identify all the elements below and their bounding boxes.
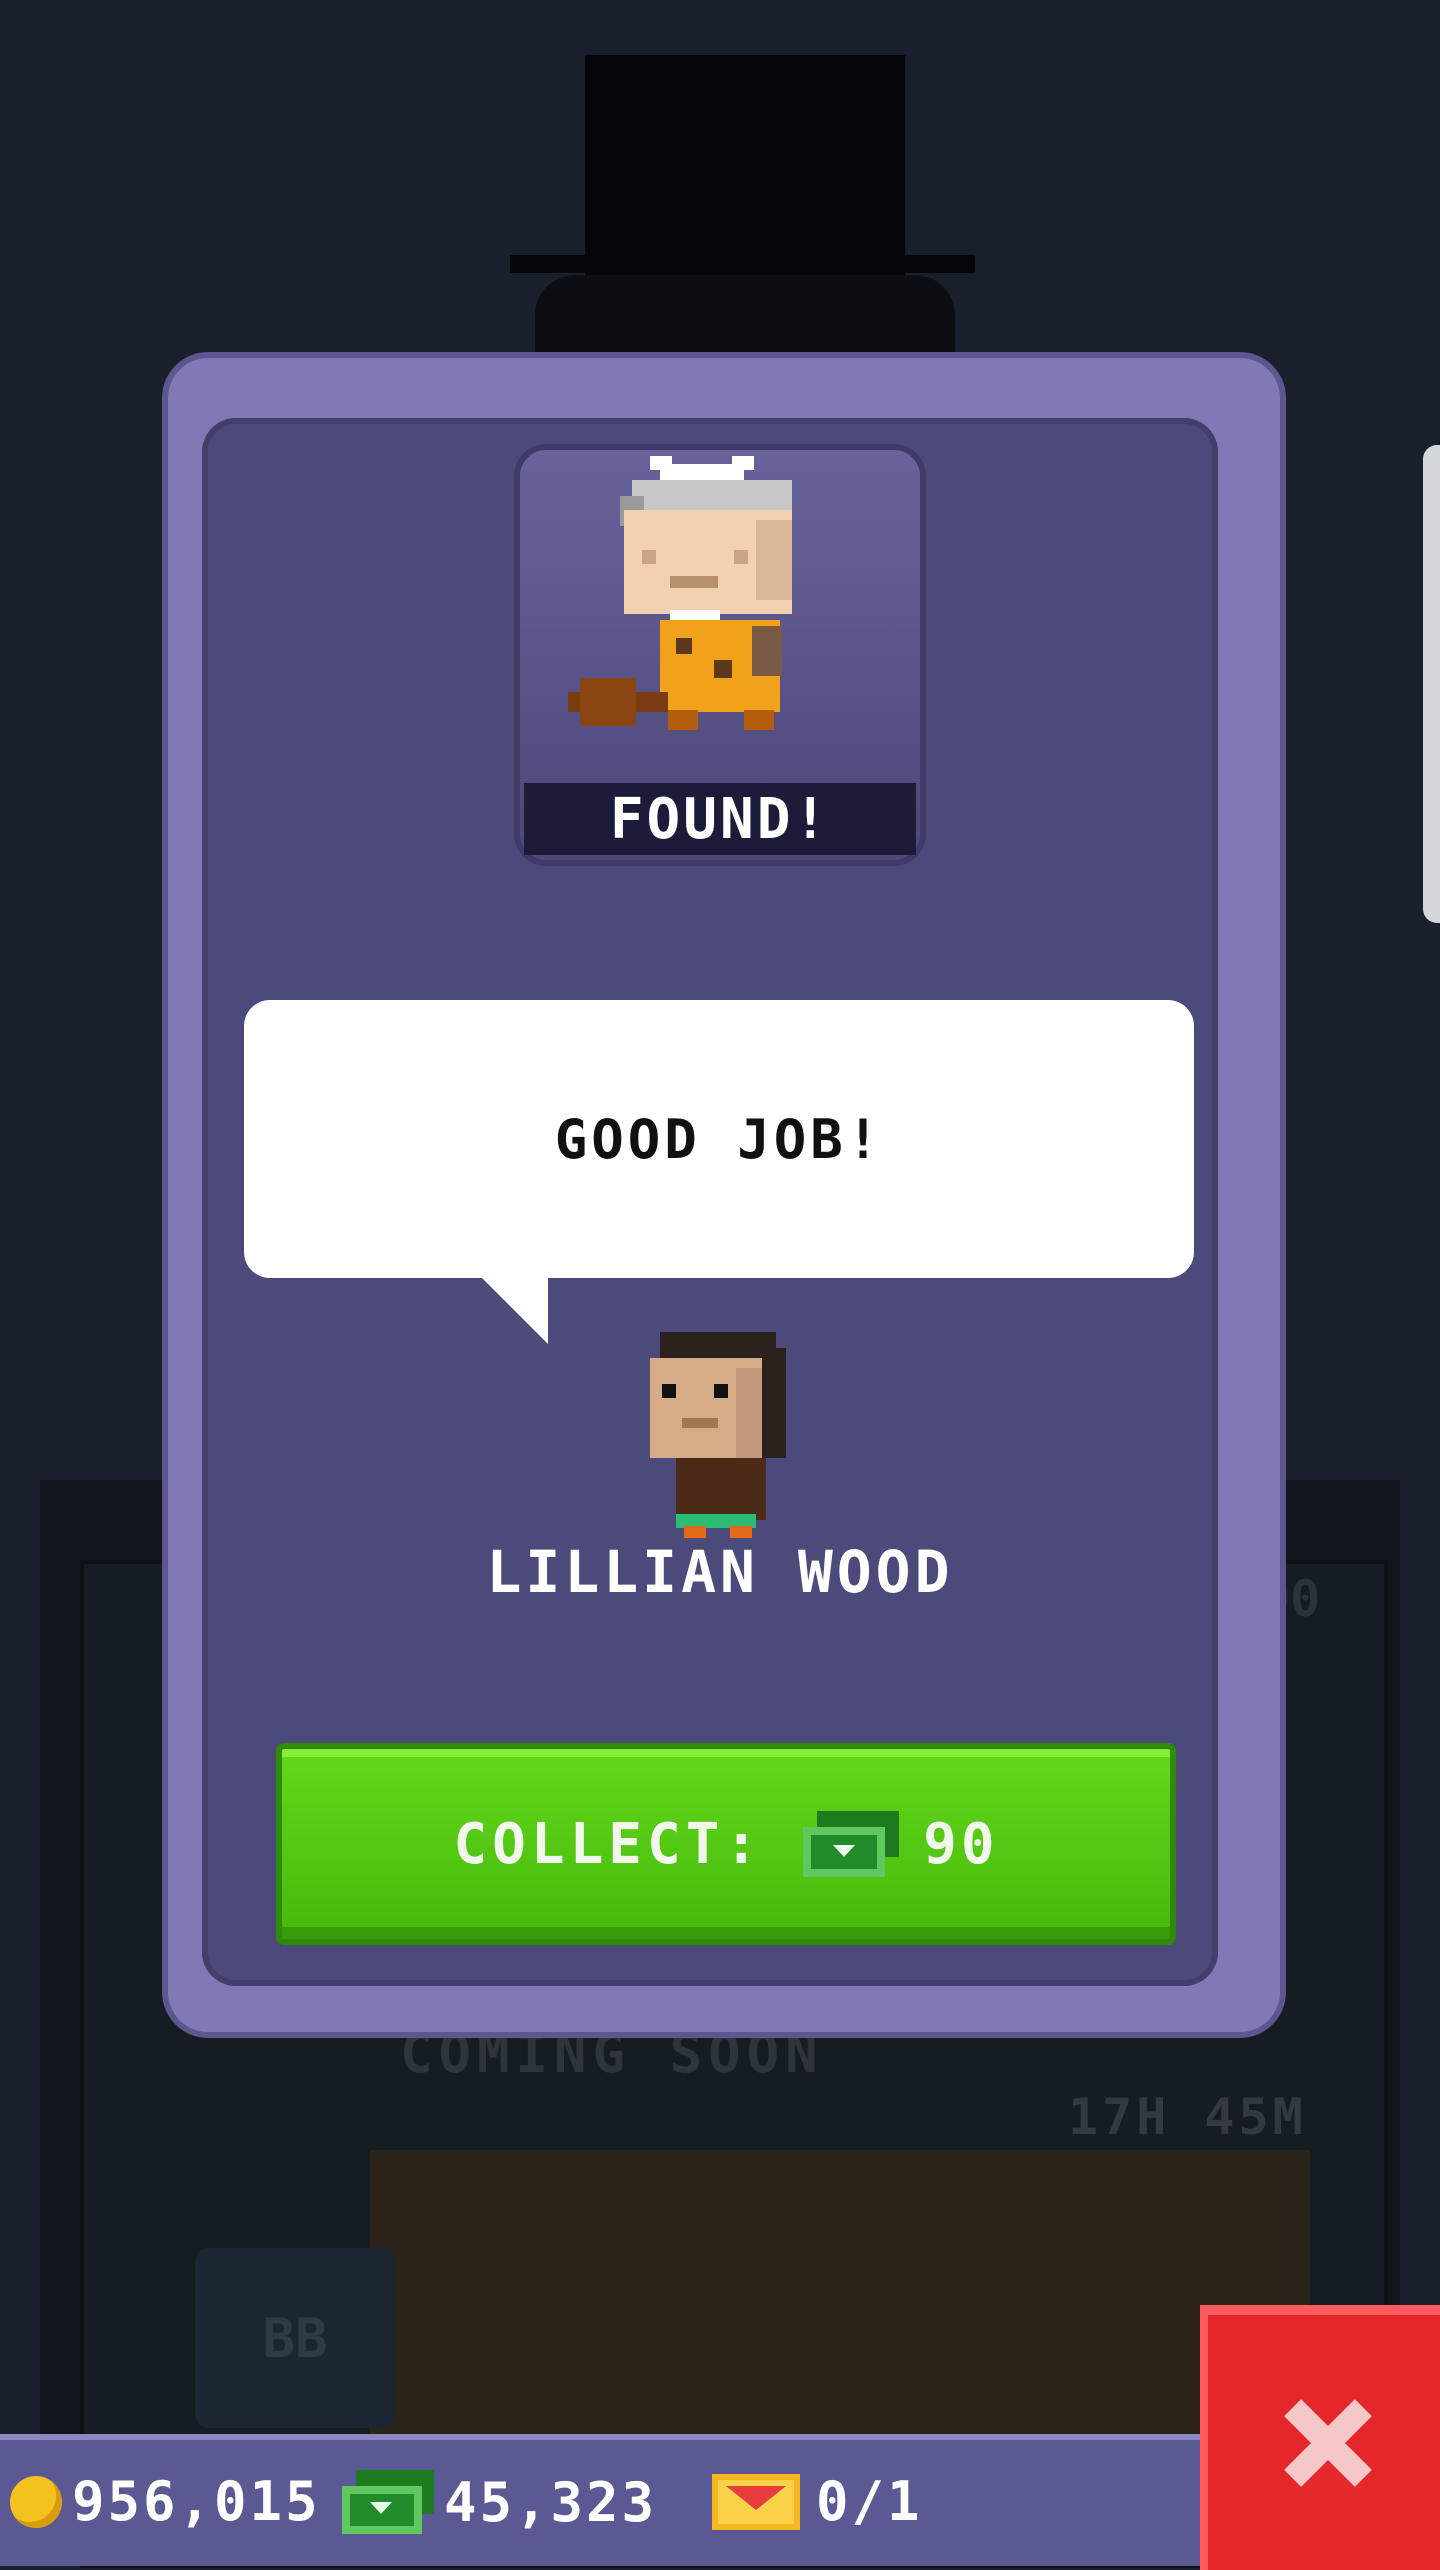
npc-avatar-icon — [650, 1332, 786, 1538]
found-status-label: FOUND! — [524, 783, 916, 855]
top-hat-brim — [510, 255, 975, 273]
speech-bubble: GOOD JOB! — [244, 1000, 1194, 1278]
top-hat-silhouette — [585, 55, 905, 285]
tickets-value: 0/1 — [816, 2470, 923, 2533]
bux-counter: 45,323 — [342, 2470, 657, 2534]
tickets-counter: 0/1 — [712, 2470, 923, 2533]
construction-timer: 17H 45M — [1068, 2088, 1307, 2146]
side-drawer-tab[interactable] — [1423, 445, 1440, 923]
caveman-character-icon — [568, 456, 792, 730]
bux-icon — [342, 2470, 434, 2534]
collect-label: COLLECT: — [453, 1811, 764, 1877]
speech-bubble-tail — [480, 1276, 548, 1344]
coin-icon — [10, 2475, 62, 2528]
coins-value: 956,015 — [72, 2470, 321, 2533]
bux-icon — [803, 1811, 900, 1877]
room-bb-sign: BB — [195, 2248, 395, 2428]
building-dome — [535, 275, 955, 365]
collect-amount: 90 — [923, 1811, 999, 1877]
close-icon — [1284, 2398, 1372, 2487]
npc-name: LILLIAN WOOD — [486, 1538, 954, 1606]
bux-value: 45,323 — [444, 2470, 658, 2534]
coins-counter: 956,015 — [10, 2470, 321, 2533]
collect-button[interactable]: COLLECT: 90 — [276, 1743, 1176, 1945]
close-button[interactable] — [1200, 2305, 1440, 2570]
ticket-icon — [712, 2473, 800, 2530]
speech-text: GOOD JOB! — [554, 1107, 884, 1171]
